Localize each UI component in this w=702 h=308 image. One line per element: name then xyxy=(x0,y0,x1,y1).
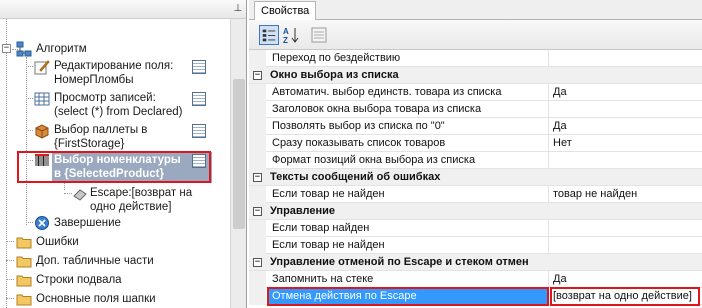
property-row[interactable]: Если товар найден xyxy=(249,220,702,237)
tree-item-label: Редактирование поля: НомерПломбы xyxy=(54,60,174,86)
property-value[interactable]: Да xyxy=(553,273,567,285)
property-value[interactable]: Да xyxy=(553,120,567,132)
categorized-icon[interactable] xyxy=(259,25,279,45)
folder-icon xyxy=(16,256,32,268)
properties-pane: Свойства A Z Переход по бездействию − Ок… xyxy=(249,0,702,308)
property-value[interactable]: Да xyxy=(553,86,567,98)
property-name: Заголовок окна выбора товара из списка xyxy=(272,103,482,115)
pin-icon[interactable]: ⊥ xyxy=(233,3,243,15)
category-row[interactable]: − Управление отменой по Escape и стеком … xyxy=(249,254,702,271)
property-row[interactable]: Позволять выбор из списка по "0" Да xyxy=(249,118,702,135)
tree-item-label: Завершение xyxy=(54,217,121,229)
form-icon xyxy=(192,92,206,106)
category-name: Управление xyxy=(270,205,336,217)
collapse-icon[interactable]: − xyxy=(253,207,262,216)
property-row[interactable]: Заголовок окна выбора товара из списка xyxy=(249,101,702,118)
property-row[interactable]: Автоматич. выбор единств. товара из спис… xyxy=(249,84,702,101)
svg-text:Z: Z xyxy=(283,36,288,45)
collapse-icon[interactable]: − xyxy=(253,71,262,80)
property-name: Сразу показывать список товаров xyxy=(272,137,446,149)
folder-icon xyxy=(16,237,32,249)
category-name: Тексты сообщений об ошибках xyxy=(270,171,441,183)
folder-icon xyxy=(16,275,32,287)
sort-az-icon[interactable]: A Z xyxy=(281,25,301,45)
form-icon xyxy=(192,60,206,74)
tab-properties[interactable]: Свойства xyxy=(254,1,317,21)
box-icon xyxy=(35,124,49,139)
properties-toolbar: A Z xyxy=(249,20,702,50)
eraser-icon xyxy=(73,189,87,201)
property-name: Если товар не найден xyxy=(272,239,385,251)
tree-item-label: Ошибки xyxy=(36,236,79,248)
red-highlight-box xyxy=(550,287,700,306)
property-value[interactable]: Нет xyxy=(553,137,572,149)
tree-pane-header: ⊥ xyxy=(0,0,246,19)
form-icon xyxy=(192,124,206,138)
tab-strip: Свойства xyxy=(249,0,702,21)
svg-text:A: A xyxy=(283,27,289,36)
red-highlight-box xyxy=(267,287,549,306)
tree-item-label: Основные поля шапки xyxy=(36,293,156,305)
tree-item-label: Выбор паллеты в {FirstStorage} xyxy=(54,124,148,150)
property-name: Автоматич. выбор единств. товара из спис… xyxy=(272,86,502,98)
category-name: Окно выбора из списка xyxy=(270,69,399,81)
collapse-icon[interactable]: − xyxy=(2,44,11,53)
tree-scrollbar[interactable] xyxy=(230,19,246,308)
property-row[interactable]: Переход по бездействию xyxy=(249,50,702,67)
property-name: Формат позиций окна выбора из списка xyxy=(272,154,476,166)
property-name: Позволять выбор из списка по "0" xyxy=(272,120,445,132)
collapse-icon[interactable]: − xyxy=(253,173,262,182)
property-row[interactable]: Если товар не найден xyxy=(249,237,702,254)
tree-guide-line xyxy=(6,19,7,308)
folder-icon xyxy=(16,294,32,306)
category-name: Управление отменой по Escape и стеком от… xyxy=(270,256,529,268)
property-row[interactable]: Формат позиций окна выбора из списка xyxy=(249,152,702,169)
property-row[interactable]: Если товар не найден товар не найден xyxy=(249,186,702,203)
property-value[interactable]: товар не найден xyxy=(553,188,637,200)
tree-item-label: Доп. табличные части xyxy=(36,255,154,267)
property-row[interactable]: Сразу показывать список товаров Нет xyxy=(249,135,702,152)
table-icon xyxy=(34,92,50,106)
property-row[interactable]: Запомнить на стеке Да xyxy=(249,271,702,288)
scrollbar-thumb[interactable] xyxy=(233,79,245,229)
category-row[interactable]: − Тексты сообщений об ошибках xyxy=(249,169,702,186)
property-name: Переход по бездействию xyxy=(272,52,401,64)
pencil-icon xyxy=(34,60,50,75)
collapse-icon[interactable]: − xyxy=(253,258,262,267)
category-row[interactable]: − Управление xyxy=(249,203,702,220)
property-pages-icon[interactable] xyxy=(309,25,329,45)
tree-item-label: Просмотр записей: (select (*) from Decla… xyxy=(54,92,183,118)
category-row[interactable]: − Окно выбора из списка xyxy=(249,67,702,84)
property-name: Если товар не найден xyxy=(272,188,385,200)
solution-tree-pane: ⊥ − Алгоритм Редактирование поля: НомерП… xyxy=(0,0,247,308)
tree-item-label: Escape:[возврат на одно действие] xyxy=(90,187,193,213)
property-name: Если товар найден xyxy=(272,222,370,234)
red-highlight-box xyxy=(17,151,211,183)
tree-item-label: Строки подвала xyxy=(36,274,122,286)
algorithm-icon xyxy=(16,41,32,57)
finish-icon xyxy=(35,216,49,230)
property-name: Запомнить на стеке xyxy=(272,273,374,285)
property-grid: Переход по бездействию − Окно выбора из … xyxy=(249,50,702,308)
tree-item-label: Алгоритм xyxy=(36,43,87,55)
tree-guide-line xyxy=(26,57,27,225)
